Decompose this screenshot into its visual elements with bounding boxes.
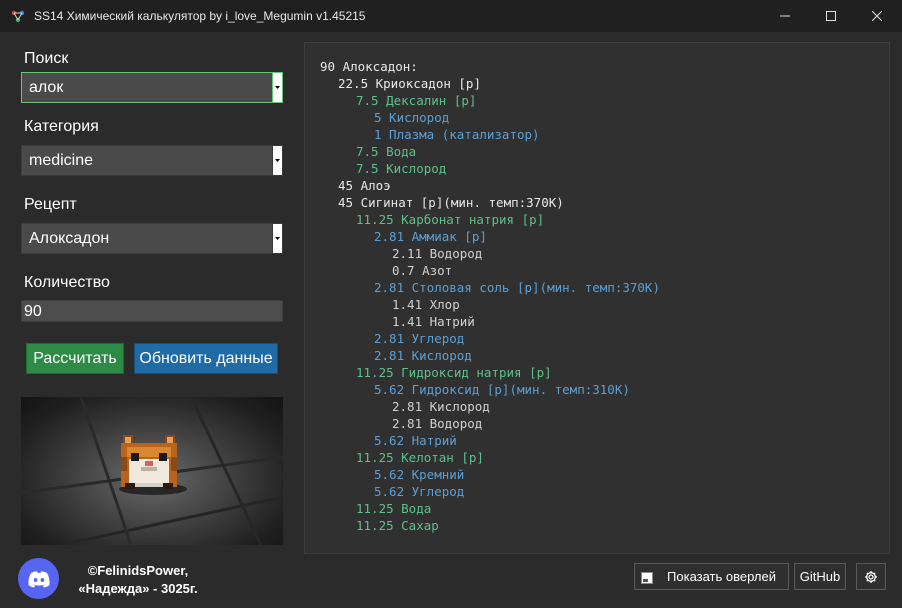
category-dropdown-button[interactable] [272, 145, 283, 176]
credit-line-1: ©FelinidsPower, [87, 563, 189, 578]
discord-button[interactable] [18, 558, 59, 599]
recipe-label: Рецепт [24, 196, 77, 213]
github-button[interactable]: GitHub [794, 563, 846, 590]
show-overlay-button[interactable]: Показать оверлей [634, 563, 789, 590]
recipe-line: 2.81 Углерод [374, 331, 465, 346]
recipe-line: 11.25 Вода [356, 501, 432, 516]
recipe-line: 22.5 Криоксадон [р] [338, 76, 481, 91]
recipe-line: 5.62 Гидроксид [р](мин. темп:310K) [374, 382, 630, 397]
recipe-line: 5 Кислород [374, 110, 450, 125]
hamster-sprite [121, 435, 177, 489]
recipe-line: 90 Алоксадон: [320, 59, 418, 74]
recipe-line: 2.81 Кислород [392, 399, 490, 414]
mascot-image [21, 397, 283, 545]
search-dropdown-button[interactable] [272, 72, 283, 103]
mascot-scene [21, 397, 283, 545]
recipe-line: 1.41 Хлор [392, 297, 460, 312]
minimize-icon [780, 15, 790, 17]
recipe-line: 2.81 Кислород [374, 348, 472, 363]
recipe-line: 45 Алоэ [338, 178, 391, 193]
recipe-line: 5.62 Углерод [374, 484, 465, 499]
recipe-line: 2.81 Столовая соль [р](мин. темп:370K) [374, 280, 660, 295]
recipe-line: 7.5 Кислород [356, 161, 447, 176]
recipe-line: 7.5 Дексалин [р] [356, 93, 477, 108]
recipe-line: 2.81 Водород [392, 416, 483, 431]
overlay-icon [641, 572, 653, 584]
quantity-field[interactable]: 90 [21, 300, 283, 322]
category-label: Категория [24, 118, 99, 135]
recipe-value: Алоксадон [29, 230, 110, 247]
calculate-button[interactable]: Рассчитать [26, 343, 124, 374]
maximize-icon [826, 11, 836, 21]
chevron-down-icon [275, 86, 280, 89]
category-select[interactable]: medicine [21, 145, 283, 176]
recipe-line: 5.62 Натрий [374, 433, 457, 448]
close-icon [872, 11, 882, 21]
maximize-button[interactable] [808, 0, 854, 32]
settings-button[interactable] [856, 563, 886, 590]
search-input[interactable]: алок [29, 79, 63, 97]
search-label: Поиск [24, 50, 69, 67]
recipe-select[interactable]: Алоксадон [21, 223, 283, 254]
recipe-line: 2.81 Аммиак [р] [374, 229, 487, 244]
recipe-output-panel[interactable]: 90 Алоксадон: 22.5 Криоксадон [р] 7.5 Декс… [304, 42, 890, 554]
chevron-down-icon [275, 237, 280, 240]
minimize-button[interactable] [762, 0, 808, 32]
recipe-line: 11.25 Гидроксид натрия [р] [356, 365, 552, 380]
recipe-line: 11.25 Сахар [356, 518, 439, 533]
chevron-down-icon [275, 159, 280, 162]
quantity-value: 90 [24, 303, 42, 320]
credit-line-2: «Надежда» - 3025г. [78, 581, 198, 596]
search-combobox[interactable]: алок [21, 72, 283, 103]
show-overlay-label: Показать оверлей [667, 569, 776, 584]
recipe-line: 0.7 Азот [392, 263, 453, 278]
recipe-line: 11.25 Келотан [р] [356, 450, 484, 465]
recipe-line: 7.5 Вода [356, 144, 417, 159]
window-title: SS14 Химический калькулятор by i_love_Me… [34, 9, 366, 23]
recipe-line: 1 Плазма (катализатор) [374, 127, 540, 142]
discord-icon [27, 570, 50, 587]
credit-text: ©FelinidsPower, «Надежда» - 3025г. [68, 562, 208, 598]
quantity-label: Количество [24, 274, 110, 291]
category-value: medicine [29, 152, 94, 169]
recipe-line: 45 Сигинат [р](мин. темп:370K) [338, 195, 564, 210]
app-icon [11, 10, 25, 23]
recipe-line: 1.41 Натрий [392, 314, 475, 329]
recipe-line: 2.11 Водород [392, 246, 483, 261]
update-data-button[interactable]: Обновить данные [134, 343, 278, 374]
title-bar: SS14 Химический калькулятор by i_love_Me… [0, 0, 902, 32]
close-button[interactable] [854, 0, 900, 32]
recipe-line: 5.62 Кремний [374, 467, 465, 482]
recipe-dropdown-button[interactable] [272, 223, 283, 254]
gear-icon [865, 570, 877, 583]
recipe-line: 11.25 Карбонат натрия [р] [356, 212, 545, 227]
